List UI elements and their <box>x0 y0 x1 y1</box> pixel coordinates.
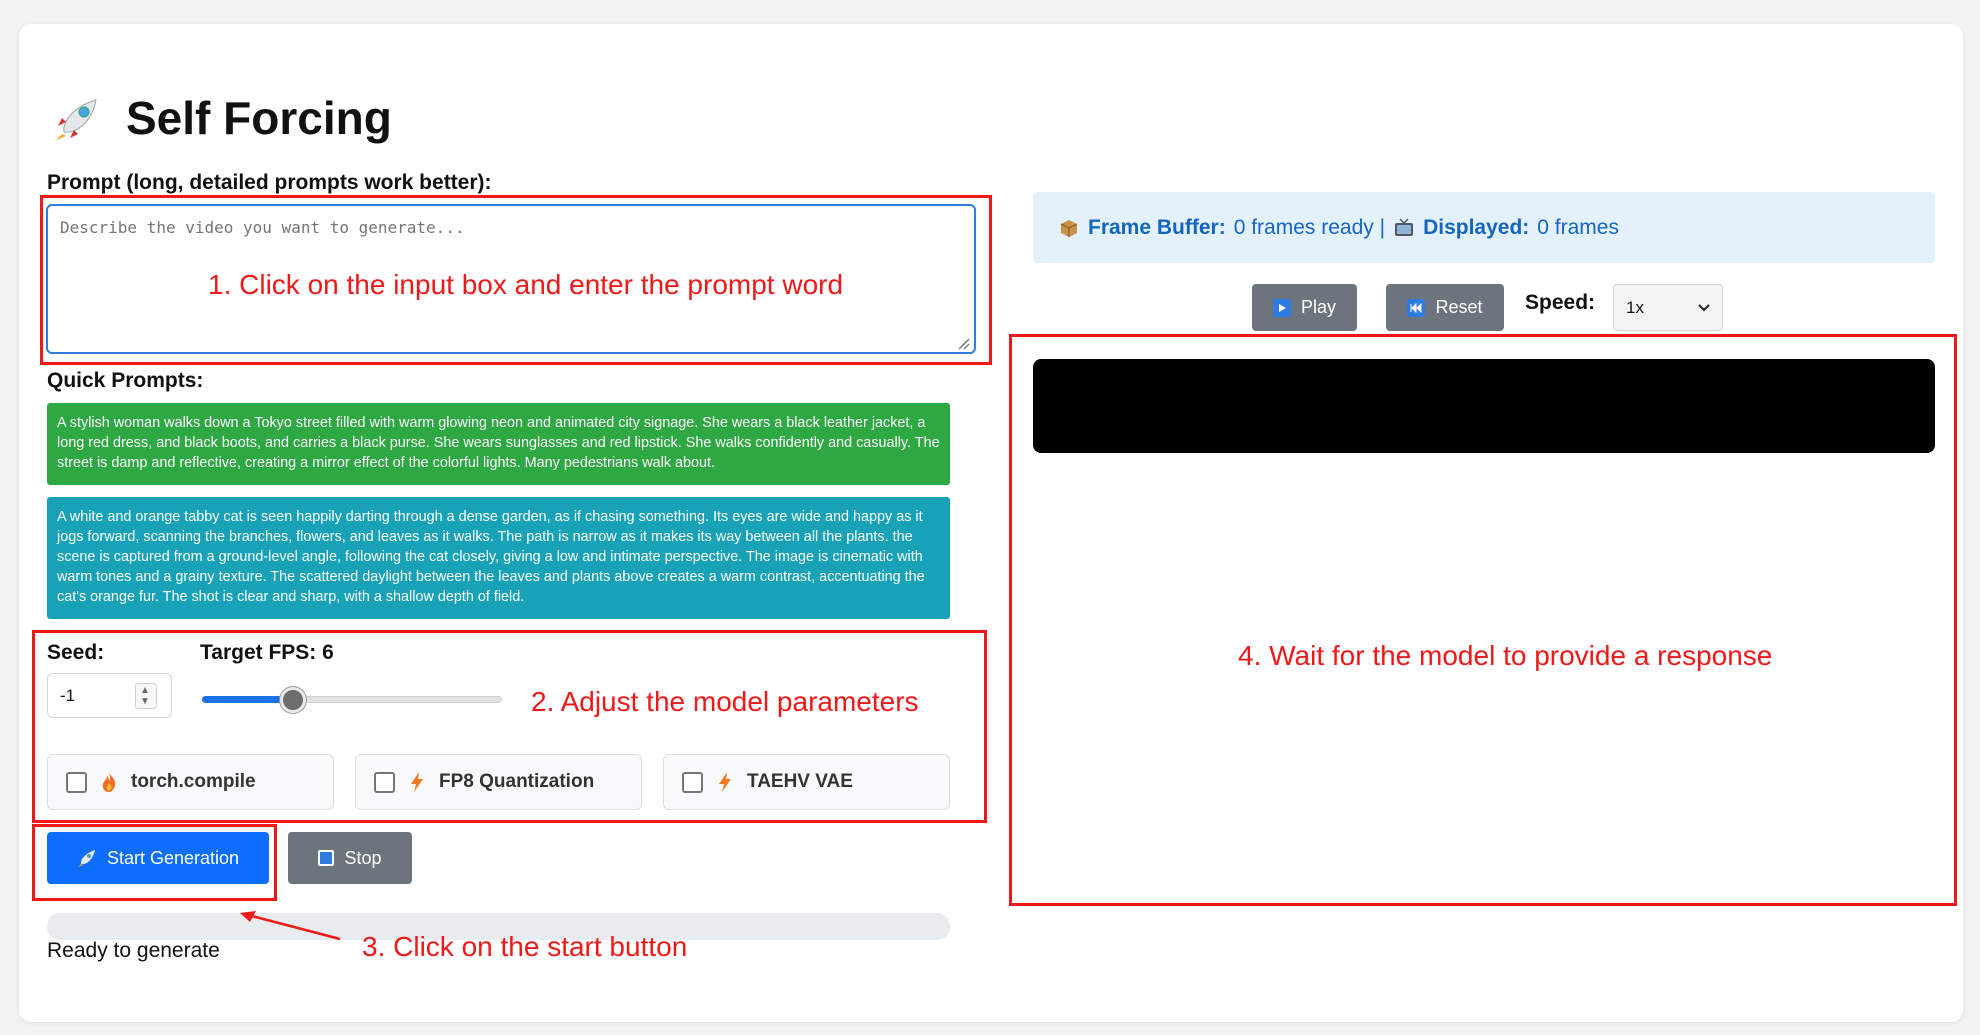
displayed-value: 0 frames <box>1537 215 1619 239</box>
reset-label: Reset <box>1435 297 1483 317</box>
annotation-box-start <box>32 824 277 901</box>
rocket-icon <box>56 99 97 140</box>
quick-prompt-tokyo[interactable]: A stylish woman walks down a Tokyo stree… <box>47 403 950 485</box>
speed-select[interactable]: 1x <box>1613 284 1723 331</box>
stop-icon <box>318 850 335 866</box>
annotation-step-1: 1. Click on the input box and enter the … <box>208 269 844 300</box>
annotation-box-params <box>32 630 987 823</box>
annotation-box-output <box>1009 334 1957 906</box>
annotation-step-2: 2. Adjust the model parameters <box>531 686 919 717</box>
status-text: Ready to generate <box>47 939 220 962</box>
displayed-label: Displayed: <box>1423 215 1530 239</box>
annotation-step-4: 4. Wait for the model to provide a respo… <box>1238 640 1773 671</box>
speed-value: 1x <box>1626 297 1644 317</box>
page-title: Self Forcing <box>126 92 392 144</box>
stop-button[interactable]: Stop <box>288 832 412 884</box>
chevron-down-icon <box>1698 303 1710 311</box>
quick-prompts-label: Quick Prompts: <box>47 369 204 392</box>
reset-button[interactable]: Reset <box>1386 284 1504 331</box>
quick-prompt-cat[interactable]: A white and orange tabby cat is seen hap… <box>47 497 950 619</box>
prompt-label: Prompt (long, detailed prompts work bett… <box>47 171 492 194</box>
speed-label: Speed: <box>1525 291 1596 314</box>
frame-buffer-label: Frame Buffer: <box>1088 215 1226 239</box>
play-button[interactable]: Play <box>1252 284 1357 331</box>
page-header: Self Forcing <box>52 88 392 148</box>
annotation-arrow-icon <box>240 911 341 941</box>
tv-icon <box>1395 217 1414 236</box>
package-icon <box>1060 219 1078 237</box>
play-label: Play <box>1300 297 1336 317</box>
play-icon <box>1272 298 1291 317</box>
frame-buffer-value: 0 frames ready | <box>1233 215 1386 239</box>
stop-label: Stop <box>344 847 382 868</box>
rewind-icon <box>1407 298 1426 317</box>
annotation-step-3: 3. Click on the start button <box>362 931 688 962</box>
frame-buffer-status: Frame Buffer: 0 frames ready | Displayed… <box>1033 192 1935 263</box>
